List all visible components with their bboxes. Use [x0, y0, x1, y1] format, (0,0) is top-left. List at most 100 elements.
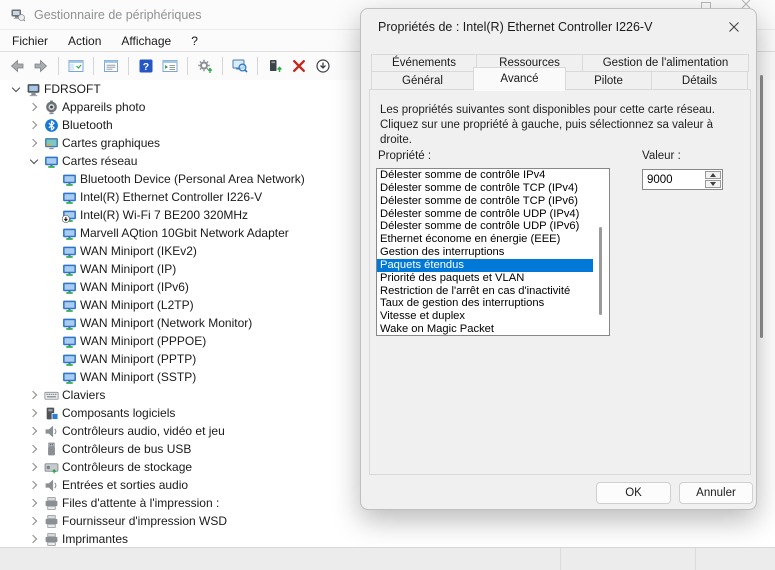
toolbar-separator	[187, 57, 188, 75]
window-scrollbar[interactable]	[760, 75, 763, 338]
value-input[interactable]	[643, 170, 704, 189]
chevron-right-icon[interactable]	[26, 135, 42, 151]
chevron-right-icon[interactable]	[26, 531, 42, 547]
help-icon: ?	[138, 58, 154, 74]
update-driver-icon	[197, 58, 213, 74]
tree-item-label: WAN Miniport (L2TP)	[80, 298, 194, 312]
tree-item-fournisseur-d-impression-wsd[interactable]: Fournisseur d'impression WSD	[0, 512, 775, 530]
property-item-d-lester-somme-de-contr-le-udp-ipv4[interactable]: Délester somme de contrôle UDP (IPv4)	[377, 208, 593, 221]
menu-item-affichage[interactable]: Affichage	[111, 32, 181, 50]
property-item-ethernet-conome-en-nergie-eee[interactable]: Ethernet économe en énergie (EEE)	[377, 233, 593, 246]
network-icon	[62, 262, 77, 277]
tree-item-label: FDRSOFT	[44, 82, 101, 96]
chevron-right-icon[interactable]	[26, 477, 42, 493]
chevron-right-icon[interactable]	[26, 117, 42, 133]
chevron-spacer	[44, 369, 60, 385]
tree-item-label: WAN Miniport (IKEv2)	[80, 244, 197, 258]
chevron-down-icon[interactable]	[26, 153, 42, 169]
tree-item-label: Bluetooth	[62, 118, 113, 132]
list-scrollbar[interactable]	[599, 227, 602, 315]
property-item-taux-de-gestion-des-interruptions[interactable]: Taux de gestion des interruptions	[377, 297, 593, 310]
display-icon	[44, 136, 59, 151]
chevron-right-icon[interactable]	[26, 459, 42, 475]
action-pane-icon	[162, 58, 178, 74]
network-icon	[62, 280, 77, 295]
tab-pilote[interactable]: Pilote	[565, 71, 652, 90]
back-button[interactable]	[6, 55, 28, 77]
printer-icon	[44, 496, 59, 511]
properties-button[interactable]	[100, 55, 122, 77]
chevron-right-icon[interactable]	[26, 495, 42, 511]
scan-hardware-button[interactable]	[229, 55, 251, 77]
chevron-right-icon[interactable]	[26, 99, 42, 115]
menu-item-fichier[interactable]: Fichier	[2, 32, 58, 50]
update-driver-button[interactable]	[194, 55, 216, 77]
chevron-down-icon[interactable]	[8, 81, 24, 97]
chevron-right-icon[interactable]	[26, 387, 42, 403]
tree-item-imprimantes[interactable]: Imprimantes	[0, 530, 775, 547]
forward-icon	[33, 58, 49, 74]
network-icon	[62, 190, 77, 205]
storage-icon	[44, 460, 59, 475]
chevron-right-icon[interactable]	[26, 441, 42, 457]
network-icon	[44, 154, 59, 169]
strip-divider	[560, 548, 561, 570]
value-spinner	[642, 169, 723, 190]
property-label: Propriété :	[378, 150, 431, 162]
tab-gestion-de-l-alimentation[interactable]: Gestion de l'alimentation	[582, 54, 749, 72]
tab-g-n-ral[interactable]: Général	[371, 71, 474, 90]
cancel-button[interactable]: Annuler	[679, 482, 753, 504]
printer-icon	[44, 514, 59, 529]
properties-dialog: Propriétés de : Intel(R) Ethernet Contro…	[360, 8, 757, 510]
tab-v-nements[interactable]: Événements	[371, 54, 477, 72]
tree-item-label: WAN Miniport (IP)	[80, 262, 176, 276]
ok-button[interactable]: OK	[596, 482, 671, 504]
chevron-right-icon[interactable]	[26, 423, 42, 439]
chevron-spacer	[44, 351, 60, 367]
action-pane-button[interactable]	[159, 55, 181, 77]
keyboard-icon	[44, 388, 59, 403]
dialog-close-button[interactable]	[723, 18, 745, 40]
tree-item-label: WAN Miniport (PPTP)	[80, 352, 196, 366]
chevron-spacer	[44, 333, 60, 349]
add-driver-button[interactable]	[264, 55, 286, 77]
property-item-d-lester-somme-de-contr-le-tcp-ipv4[interactable]: Délester somme de contrôle TCP (IPv4)	[377, 182, 593, 195]
spin-up-button[interactable]	[705, 171, 721, 179]
console-tree-icon	[68, 58, 84, 74]
network-icon	[62, 226, 77, 241]
property-item-wake-on-magic-packet[interactable]: Wake on Magic Packet	[377, 323, 593, 336]
forward-button[interactable]	[30, 55, 52, 77]
chevron-right-icon[interactable]	[26, 405, 42, 421]
property-item-d-lester-somme-de-contr-le-ipv4[interactable]: Délester somme de contrôle IPv4	[377, 169, 593, 182]
tree-item-label: Marvell AQtion 10Gbit Network Adapter	[80, 226, 289, 240]
help-button[interactable]: ?	[135, 55, 157, 77]
property-item-restriction-de-l-arr-t-en-cas-d-inactivit[interactable]: Restriction de l'arrêt en cas d'inactivi…	[377, 285, 593, 298]
chevron-spacer	[44, 297, 60, 313]
spin-down-button[interactable]	[705, 180, 721, 188]
menu-item-[interactable]: ?	[181, 32, 208, 50]
network-icon	[62, 316, 77, 331]
console-tree-button[interactable]	[65, 55, 87, 77]
property-item-d-lester-somme-de-contr-le-udp-ipv6[interactable]: Délester somme de contrôle UDP (IPv6)	[377, 220, 593, 233]
property-item-paquets-tendus[interactable]: Paquets étendus	[377, 259, 593, 272]
tab-d-tails[interactable]: Détails	[651, 71, 748, 90]
property-item-d-lester-somme-de-contr-le-tcp-ipv6[interactable]: Délester somme de contrôle TCP (IPv6)	[377, 195, 593, 208]
tab-avanc[interactable]: Avancé	[473, 67, 566, 91]
property-item-priorit-des-paquets-et-vlan[interactable]: Priorité des paquets et VLAN	[377, 272, 593, 285]
uninstall-button[interactable]	[288, 55, 310, 77]
svg-text:?: ?	[143, 61, 149, 73]
printer-icon	[44, 532, 59, 547]
property-item-gestion-des-interruptions[interactable]: Gestion des interruptions	[377, 246, 593, 259]
tree-item-label: WAN Miniport (PPPOE)	[80, 334, 206, 348]
tree-item-label: Files d'attente à l'impression :	[62, 496, 219, 510]
tree-item-label: Contrôleurs audio, vidéo et jeu	[62, 424, 225, 438]
menu-item-action[interactable]: Action	[58, 32, 111, 50]
disable-device-button[interactable]	[312, 55, 334, 77]
chevron-right-icon[interactable]	[26, 513, 42, 529]
network-icon	[62, 244, 77, 259]
property-item-vitesse-et-duplex[interactable]: Vitesse et duplex	[377, 310, 593, 323]
chevron-spacer	[44, 279, 60, 295]
tree-item-label: Entrées et sorties audio	[62, 478, 188, 492]
computer-icon	[26, 82, 41, 97]
dialog-title: Propriétés de : Intel(R) Ethernet Contro…	[378, 20, 652, 34]
